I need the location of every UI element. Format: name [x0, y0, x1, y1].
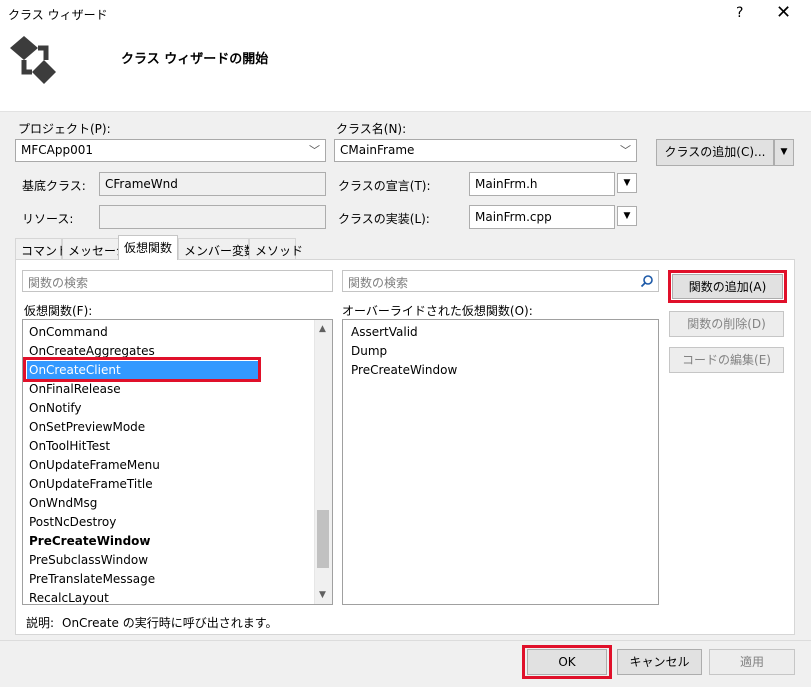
list-scrollbar[interactable]: ▲ ▼ — [314, 320, 332, 604]
class-decl-browse-button[interactable]: ▼ — [617, 173, 637, 193]
footer-separator — [0, 640, 811, 641]
search-icon[interactable] — [640, 274, 654, 288]
list-item[interactable]: OnUpdateFrameTitle — [23, 475, 153, 494]
classname-label: クラス名(N): — [336, 122, 407, 136]
list-item[interactable]: PreCreateWindow — [345, 361, 457, 380]
class-decl-label: クラスの宣言(T): — [338, 179, 431, 193]
overridden-functions-list-label: オーバーライドされた仮想関数(O): — [342, 304, 533, 318]
list-item[interactable]: OnFinalRelease — [23, 380, 121, 399]
add-class-button[interactable]: クラスの追加(C)... — [656, 139, 774, 166]
selection-highlight-box — [23, 357, 261, 382]
scroll-down-icon[interactable]: ▼ — [319, 590, 326, 600]
tab-methods[interactable]: メソッド — [249, 238, 303, 259]
class-wizard-logo-icon — [10, 36, 56, 84]
ok-highlight-box — [522, 645, 612, 679]
title-bar — [0, 0, 811, 30]
class-decl-field[interactable]: MainFrm.h — [469, 172, 615, 196]
function-search-input[interactable]: 関数の検索 — [22, 270, 333, 292]
project-combo[interactable]: MFCApp001 ﹀ — [15, 139, 326, 162]
header-title: クラス ウィザードの開始 — [121, 52, 269, 67]
help-icon[interactable]: ? — [736, 5, 743, 21]
classname-combo-value: CMainFrame — [340, 143, 415, 157]
description-text: OnCreate の実行時に呼び出されます。 — [62, 616, 278, 630]
list-item[interactable]: OnUpdateFrameMenu — [23, 456, 160, 475]
cancel-button[interactable]: キャンセル — [617, 649, 702, 675]
overridden-search-placeholder: 関数の検索 — [348, 276, 409, 290]
close-icon[interactable]: ✕ — [776, 2, 791, 23]
description-label: 説明: — [26, 616, 55, 630]
list-item[interactable]: Dump — [345, 342, 387, 361]
virtual-functions-list-label: 仮想関数(F): — [24, 304, 93, 318]
overridden-functions-list[interactable]: AssertValid Dump PreCreateWindow — [342, 319, 659, 605]
chevron-down-icon: ﹀ — [309, 144, 320, 157]
add-function-highlight-box — [668, 270, 787, 303]
list-item[interactable]: PreTranslateMessage — [23, 570, 155, 589]
project-combo-value: MFCApp001 — [21, 143, 93, 157]
list-item[interactable]: OnToolHitTest — [23, 437, 110, 456]
list-item[interactable]: PostNcDestroy — [23, 513, 116, 532]
resource-field — [99, 205, 326, 229]
window-title: クラス ウィザード — [8, 8, 108, 22]
delete-function-button[interactable]: 関数の削除(D) — [669, 311, 784, 337]
list-item[interactable]: OnWndMsg — [23, 494, 97, 513]
list-item[interactable]: OnCommand — [23, 323, 108, 342]
classname-combo[interactable]: CMainFrame ﹀ — [334, 139, 637, 162]
tab-commands[interactable]: コマンド — [15, 238, 69, 259]
project-label: プロジェクト(P): — [18, 122, 111, 136]
base-class-field: CFrameWnd — [99, 172, 326, 196]
class-impl-label: クラスの実装(L): — [338, 212, 430, 226]
overridden-search-input[interactable]: 関数の検索 — [342, 270, 659, 292]
list-item-overridden[interactable]: PreCreateWindow — [23, 532, 151, 551]
base-class-label: 基底クラス: — [22, 179, 86, 193]
header-band — [0, 30, 811, 112]
tab-messages[interactable]: メッセージ — [62, 238, 128, 259]
list-item[interactable]: AssertValid — [345, 323, 418, 342]
apply-button[interactable]: 適用 — [709, 649, 795, 675]
resource-label: リソース: — [22, 212, 74, 226]
list-item[interactable]: PreSubclassWindow — [23, 551, 148, 570]
class-impl-browse-button[interactable]: ▼ — [617, 206, 637, 226]
tab-virtual-functions[interactable]: 仮想関数 — [118, 235, 178, 260]
list-item[interactable]: RecalcLayout — [23, 589, 109, 608]
class-impl-field[interactable]: MainFrm.cpp — [469, 205, 615, 229]
tab-member-variables[interactable]: メンバー変数 — [178, 238, 256, 259]
list-item[interactable]: OnNotify — [23, 399, 82, 418]
add-class-dropdown-icon[interactable]: ▼ — [774, 139, 794, 166]
scroll-up-icon[interactable]: ▲ — [319, 324, 326, 334]
chevron-down-icon: ﹀ — [620, 144, 631, 157]
scrollbar-thumb[interactable] — [317, 510, 329, 568]
edit-code-button[interactable]: コードの編集(E) — [669, 347, 784, 373]
list-item[interactable]: OnSetPreviewMode — [23, 418, 145, 437]
